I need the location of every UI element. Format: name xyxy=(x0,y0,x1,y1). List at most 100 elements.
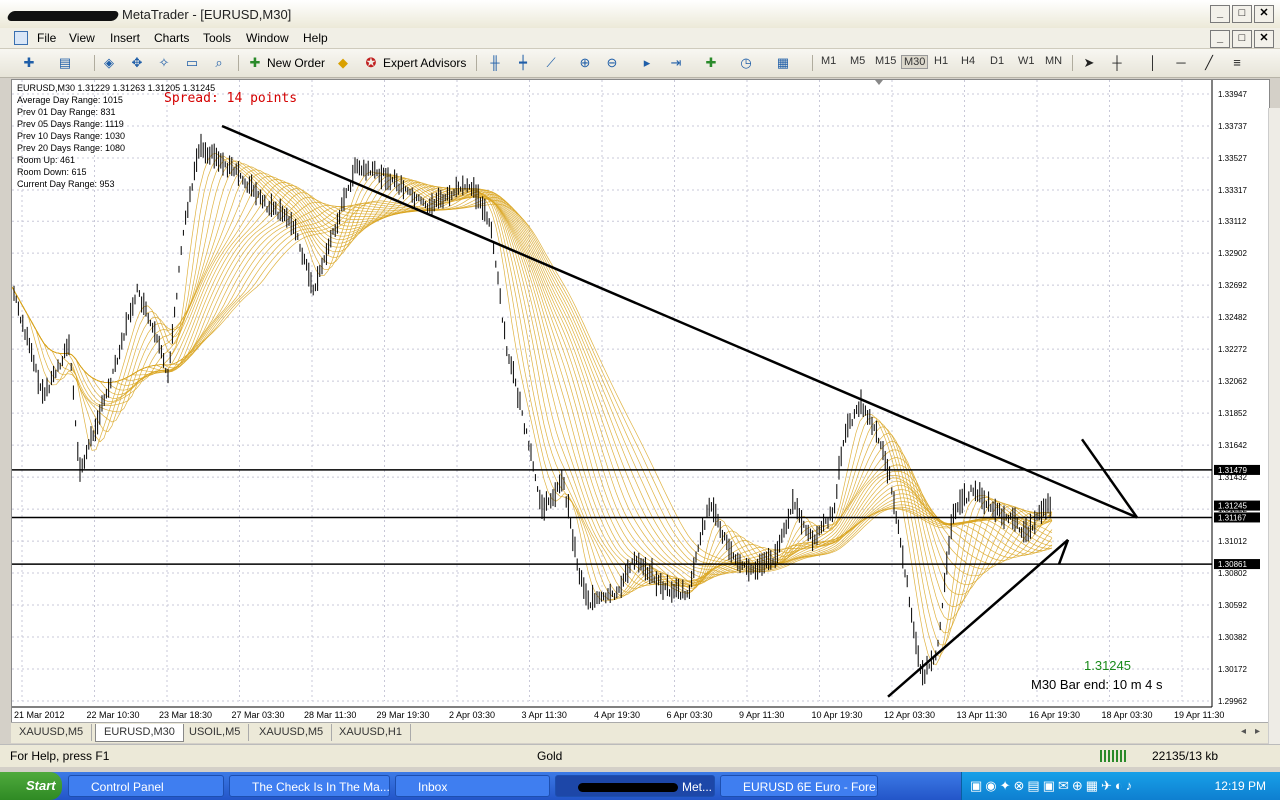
minimize-button[interactable]: _ xyxy=(1210,5,1230,23)
new-order-label: New Order xyxy=(267,56,326,70)
zoom-in-icon[interactable]: ⊕ xyxy=(576,54,594,72)
moving-average-line xyxy=(12,160,1053,634)
tf-w1[interactable]: W1 xyxy=(1018,55,1035,67)
taskbar-item-label: EURUSD 6E Euro - Fore... xyxy=(743,780,878,794)
close-button[interactable]: ✕ xyxy=(1254,5,1274,23)
taskbar-item-active[interactable]: Met... xyxy=(555,775,715,797)
periods-icon[interactable]: ◷ xyxy=(737,54,755,72)
terminal-icon[interactable]: ▭ xyxy=(183,54,201,72)
window-title-text: MetaTrader - [EURUSD,M30] xyxy=(122,7,292,22)
spread-label: Spread: 14 points xyxy=(164,91,298,106)
maximize-button[interactable]: □ xyxy=(1232,5,1252,23)
zoom-out-icon[interactable]: ⊖ xyxy=(603,54,621,72)
info-line: Prev 01 Day Range: 831 xyxy=(17,107,116,117)
profiles-icon[interactable]: ▤ xyxy=(56,54,74,72)
time-tick-label: 10 Apr 19:30 xyxy=(812,710,863,720)
bar-chart-icon[interactable]: ╫ xyxy=(486,54,504,72)
taskbar-item[interactable]: EURUSD 6E Euro - Fore... xyxy=(720,775,878,797)
tab-xauusd-m5-2[interactable]: XAUUSD,M5 xyxy=(251,724,333,741)
tab-usoil-m5[interactable]: USOIL,M5 xyxy=(181,724,250,741)
chart-shift-icon[interactable]: ⇥ xyxy=(667,54,685,72)
taskbar: Start Control Panel The Check Is In The … xyxy=(0,772,1280,800)
taskbar-item[interactable]: Control Panel xyxy=(68,775,224,797)
menu-tools[interactable]: Tools xyxy=(203,31,231,45)
title-bar: MetaTrader - [EURUSD,M30] _ □ ✕ xyxy=(0,0,1280,29)
mdi-restore-button[interactable]: □ xyxy=(1232,30,1252,48)
vertical-line-icon[interactable]: │ xyxy=(1144,54,1162,72)
tf-m15[interactable]: M15 xyxy=(875,55,896,67)
menu-view[interactable]: View xyxy=(69,31,95,45)
price-tick-label: 1.32692 xyxy=(1218,281,1247,290)
menu-charts[interactable]: Charts xyxy=(154,31,189,45)
menu-bar: File View Insert Charts Tools Window Hel… xyxy=(0,28,1280,49)
new-order-button[interactable]: ✚ New Order xyxy=(246,53,325,73)
tf-m1[interactable]: M1 xyxy=(821,55,836,67)
expert-advisors-button[interactable]: ✪ Expert Advisors xyxy=(362,53,467,73)
time-tick-label: 9 Apr 11:30 xyxy=(739,710,784,720)
menu-file[interactable]: File xyxy=(37,31,56,45)
price-tick-label: 1.30592 xyxy=(1218,601,1247,610)
line-chart-icon[interactable]: ⟋ xyxy=(542,54,560,72)
folder-icon[interactable]: ✧ xyxy=(155,54,173,72)
tf-mn[interactable]: MN xyxy=(1045,55,1062,67)
system-tray: ▣◉✦⊗▤▣✉⊕▦✈◐♪ 12:19 PM xyxy=(961,772,1280,800)
trendline-icon[interactable]: ╱ xyxy=(1200,54,1218,72)
cursor-icon[interactable]: ➤ xyxy=(1080,54,1098,72)
menu-window[interactable]: Window xyxy=(246,31,289,45)
price-label-text: 1.31479 xyxy=(1218,466,1247,475)
time-tick-label: 13 Apr 11:30 xyxy=(957,710,1007,720)
time-tick-label: 18 Apr 03:30 xyxy=(1102,710,1153,720)
horizontal-line-icon[interactable]: ─ xyxy=(1172,54,1190,72)
mdi-minimize-button[interactable]: _ xyxy=(1210,30,1230,48)
window-title: MetaTrader - [EURUSD,M30] xyxy=(6,7,292,22)
menu-insert[interactable]: Insert xyxy=(110,31,140,45)
fibonacci-icon[interactable]: ≡ xyxy=(1228,54,1246,72)
tf-h1[interactable]: H1 xyxy=(934,55,948,67)
crosshair-icon[interactable]: ┼ xyxy=(1108,54,1126,72)
price-tick-label: 1.33737 xyxy=(1218,122,1247,131)
time-tick-label: 29 Mar 19:30 xyxy=(377,710,430,720)
taskbar-item-label: Met... xyxy=(682,780,713,794)
tf-m30[interactable]: M30 xyxy=(901,55,929,69)
tf-m5[interactable]: M5 xyxy=(850,55,865,67)
autoscroll-icon[interactable]: ▸ xyxy=(638,54,656,72)
tab-scroll-right-icon[interactable]: ▸ xyxy=(1255,726,1260,737)
start-label: Start xyxy=(26,778,56,793)
menu-help[interactable]: Help xyxy=(303,31,328,45)
status-traffic: 22135/13 kb xyxy=(1152,749,1219,763)
tab-scroll-left-icon[interactable]: ◂ xyxy=(1241,726,1246,737)
price-tick-label: 1.30172 xyxy=(1218,665,1247,674)
time-tick-label: 6 Apr 03:30 xyxy=(667,710,713,720)
indicators-icon[interactable]: ✚ xyxy=(702,54,720,72)
vertical-scrollbar[interactable] xyxy=(1268,108,1280,758)
tray-icons[interactable]: ▣◉✦⊗▤▣✉⊕▦✈◐♪ xyxy=(970,778,1135,794)
price-tick-label: 1.33947 xyxy=(1218,90,1247,99)
navigator-icon[interactable]: ✥ xyxy=(128,54,146,72)
price-tick-label: 1.31642 xyxy=(1218,441,1247,450)
price-tick-label: 1.30382 xyxy=(1218,633,1247,642)
chart-window-icon[interactable] xyxy=(14,31,28,45)
price-label-text: 1.31167 xyxy=(1218,513,1247,522)
taskbar-item-label: The Check Is In The Ma... xyxy=(252,780,390,794)
tab-xauusd-m5[interactable]: XAUUSD,M5 xyxy=(11,724,93,741)
mdi-close-button[interactable]: ✕ xyxy=(1254,30,1274,48)
taskbar-item[interactable]: The Check Is In The Ma... xyxy=(229,775,390,797)
taskbar-item[interactable]: Inbox xyxy=(395,775,550,797)
price-tick-label: 1.29962 xyxy=(1218,697,1247,706)
tester-icon[interactable]: ⌕ xyxy=(210,54,228,72)
tab-eurusd-m30[interactable]: EURUSD,M30 xyxy=(95,724,184,742)
warning-icon[interactable]: ◆ xyxy=(334,54,352,72)
redacted-scribble xyxy=(578,783,678,793)
start-button[interactable]: Start xyxy=(0,772,62,800)
price-tick-label: 1.31012 xyxy=(1218,537,1247,546)
status-profile: Gold xyxy=(537,749,563,763)
tf-h4[interactable]: H4 xyxy=(961,55,975,67)
time-tick-label: 3 Apr 11:30 xyxy=(522,710,567,720)
candlestick-icon[interactable]: ┿ xyxy=(514,54,532,72)
market-watch-icon[interactable]: ◈ xyxy=(100,54,118,72)
templates-icon[interactable]: ▦ xyxy=(774,54,792,72)
tf-d1[interactable]: D1 xyxy=(990,55,1004,67)
time-tick-label: 4 Apr 19:30 xyxy=(594,710,640,720)
tab-xauusd-h1[interactable]: XAUUSD,H1 xyxy=(331,724,411,741)
new-chart-icon[interactable]: ✚ xyxy=(20,54,38,72)
